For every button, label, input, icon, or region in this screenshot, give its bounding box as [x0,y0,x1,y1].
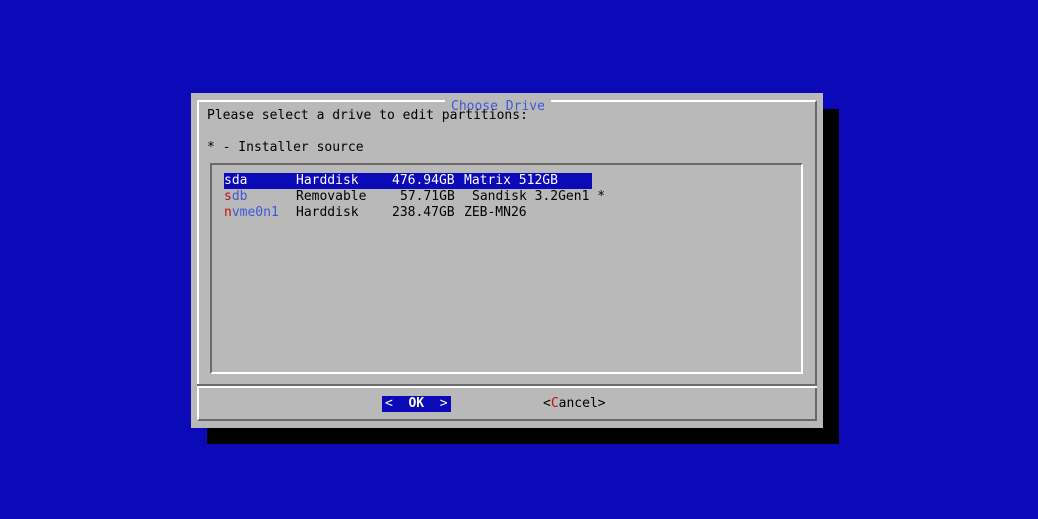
drive-size: 57.71GB [400,189,455,204]
drive-size: 238.47GB [392,205,455,220]
drive-model: ZEB-MN26 [464,205,527,220]
drive-name: sdb [224,189,247,205]
drive-name-rest: vme0n1 [231,205,279,220]
cancel-button[interactable]: <Cancel> [543,396,606,412]
drive-hotkey: s [224,189,232,204]
button-separator [197,384,817,388]
drive-row-sda[interactable]: sda Harddisk 476.94GB Matrix 512GB [224,173,592,189]
drive-name: nvme0n1 [224,205,279,221]
drive-name-rest: da [231,173,248,188]
drive-hotkey: s [224,173,232,188]
installer-source-legend: * - Installer source [207,140,364,155]
ok-bracket-right: > [439,396,448,411]
drive-type: Harddisk [296,173,359,188]
drive-model: Sandisk 3.2Gen1 * [472,189,606,204]
cancel-bracket-left: < [543,396,551,411]
choose-drive-dialog: Choose Drive Please select a drive to ed… [191,93,823,428]
drive-hotkey: n [224,205,232,220]
drive-row-nvme0n1[interactable]: nvme0n1 Harddisk 238.47GB ZEB-MN26 [224,205,527,221]
drive-name: sda [224,173,247,189]
ok-bracket-left: < [385,396,393,411]
drive-type: Harddisk [296,205,359,220]
cancel-label-rest: ancel [558,396,598,411]
drive-model: Matrix 512GB [464,173,558,188]
cancel-hotkey: C [550,396,559,411]
cancel-bracket-right: > [597,396,606,411]
drive-size: 476.94GB [392,173,455,188]
prompt-text: Please select a drive to edit partitions… [207,108,528,123]
ok-label: OK [408,396,425,411]
drive-type: Removable [296,189,367,204]
drive-row-sdb[interactable]: sdb Removable 57.71GB Sandisk 3.2Gen1 * [224,189,605,205]
ok-button[interactable]: < OK > [382,396,451,412]
drive-list[interactable]: sda Harddisk 476.94GB Matrix 512GB sdb R… [210,163,803,374]
drive-name-rest: db [231,189,248,204]
